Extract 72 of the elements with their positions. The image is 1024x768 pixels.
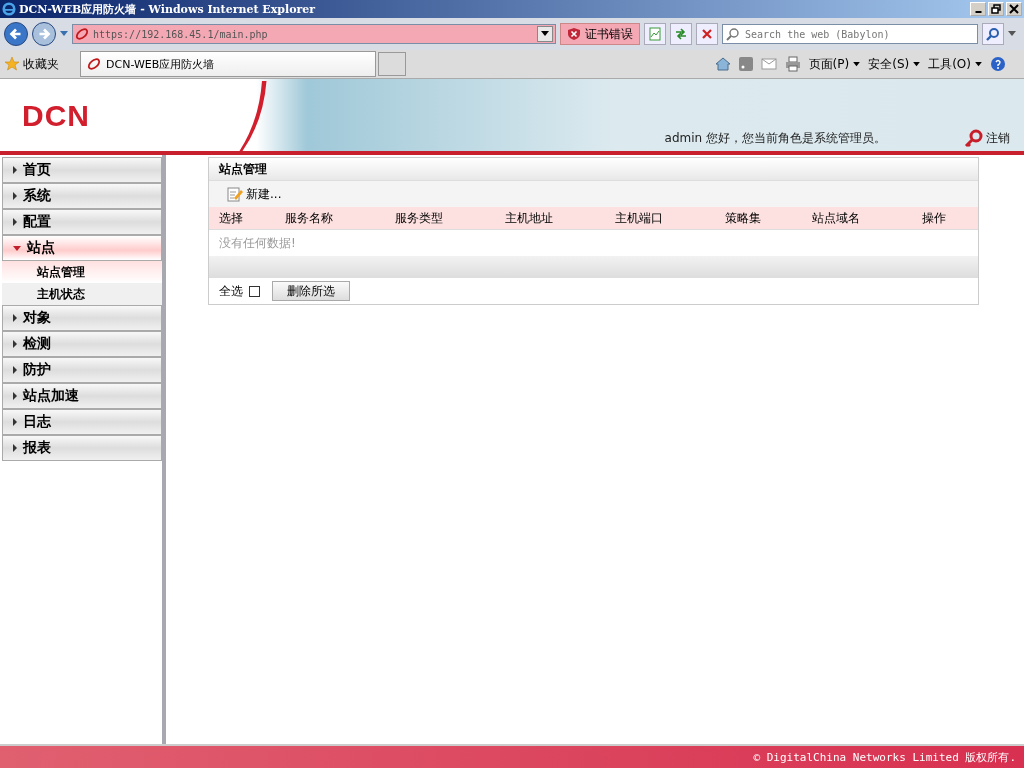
search-button[interactable] [982, 23, 1004, 45]
column-header: 站点域名 [812, 209, 861, 227]
search-icon [726, 27, 740, 41]
caret-icon [541, 31, 549, 37]
minimize-icon [974, 11, 982, 13]
splitter-handle[interactable] [162, 155, 166, 744]
menu-item[interactable]: 日志 [2, 409, 162, 435]
menu-item[interactable]: 首页 [2, 157, 162, 183]
close-icon [1009, 4, 1019, 14]
dropdown-button[interactable] [537, 26, 553, 42]
column-header: 主机地址 [505, 209, 554, 227]
menu-button[interactable]: 安全(S) [868, 55, 921, 73]
page-icon [75, 27, 89, 41]
browser-logo-icon [2, 2, 16, 16]
submenu-item[interactable]: 站点管理 [2, 261, 162, 283]
menu-item[interactable]: 配置 [2, 209, 162, 235]
column-header: 主机端口 [615, 209, 664, 227]
address-field[interactable]: https://192.168.45.1/main.php [72, 24, 556, 44]
menu-button[interactable]: 工具(O) [928, 55, 982, 73]
delete-selected-button[interactable]: 删除所选 [272, 281, 350, 301]
column-header: 操作 [922, 209, 947, 227]
dropdown-icon[interactable] [60, 31, 68, 37]
dropdown-icon[interactable] [1008, 31, 1016, 37]
menu-item[interactable]: 防护 [2, 357, 162, 383]
menu-item[interactable]: 报表 [2, 435, 162, 461]
column-header: 选择 [219, 209, 244, 227]
select-all-checkbox[interactable] [249, 285, 260, 297]
logo: DCN [22, 99, 91, 133]
forward-button[interactable] [32, 22, 56, 46]
empty-message: 没有任何数据! [219, 234, 296, 252]
star-icon [4, 56, 20, 72]
print-icon[interactable] [784, 56, 801, 72]
panel-title: 站点管理 [209, 158, 978, 180]
key-icon [964, 128, 984, 148]
stop-icon[interactable] [696, 23, 718, 45]
search-box[interactable]: Search the web (Babylon) [722, 24, 978, 44]
menu-item[interactable]: 站点 [2, 235, 162, 261]
page-icon [87, 57, 101, 71]
menu-button[interactable]: 页面(P) [808, 55, 861, 73]
close-button[interactable] [1006, 2, 1022, 16]
restore-icon [991, 4, 1001, 14]
menu-item[interactable]: 检测 [2, 331, 162, 357]
menu-item[interactable]: 站点加速 [2, 383, 162, 409]
caret-icon [913, 61, 921, 67]
edit-icon [227, 186, 243, 202]
column-header: 策略集 [725, 209, 762, 227]
menu-item[interactable]: 系统 [2, 183, 162, 209]
feed-icon[interactable] [738, 57, 753, 71]
logout-link[interactable]: 注销 [964, 128, 1010, 148]
new-button[interactable]: 新建... [227, 185, 282, 203]
favorites-button[interactable]: 收藏夹 [0, 55, 80, 73]
select-all-label: 全选 [219, 282, 243, 300]
search-field[interactable]: Search the web (Babylon) [743, 27, 974, 41]
refresh-icon[interactable] [670, 23, 692, 45]
certificate-error-button[interactable]: 证书错误 [560, 23, 640, 45]
search-icon [986, 27, 1000, 41]
browser-tab[interactable]: DCN-WEB应用防火墙 [80, 51, 376, 77]
greeting-text: admin 您好，您当前角色是系统管理员。 [664, 130, 886, 147]
caret-icon [853, 61, 861, 67]
submenu-item[interactable]: 主机状态 [2, 283, 162, 305]
caret-icon [975, 61, 982, 67]
back-button[interactable] [4, 22, 28, 46]
shield-icon [567, 27, 581, 41]
column-header: 服务类型 [395, 209, 444, 227]
copyright-text: © DigitalChina Networks Limited 版权所有. [753, 749, 1016, 765]
column-header: 服务名称 [285, 209, 334, 227]
menu-item[interactable]: 对象 [2, 305, 162, 331]
minimize-button[interactable] [970, 2, 986, 16]
window-title: DCN-WEB应用防火墙 - Windows Internet Explorer [19, 1, 316, 17]
restore-button[interactable] [988, 2, 1004, 16]
help-icon[interactable] [990, 56, 1006, 72]
home-icon[interactable] [714, 56, 731, 72]
